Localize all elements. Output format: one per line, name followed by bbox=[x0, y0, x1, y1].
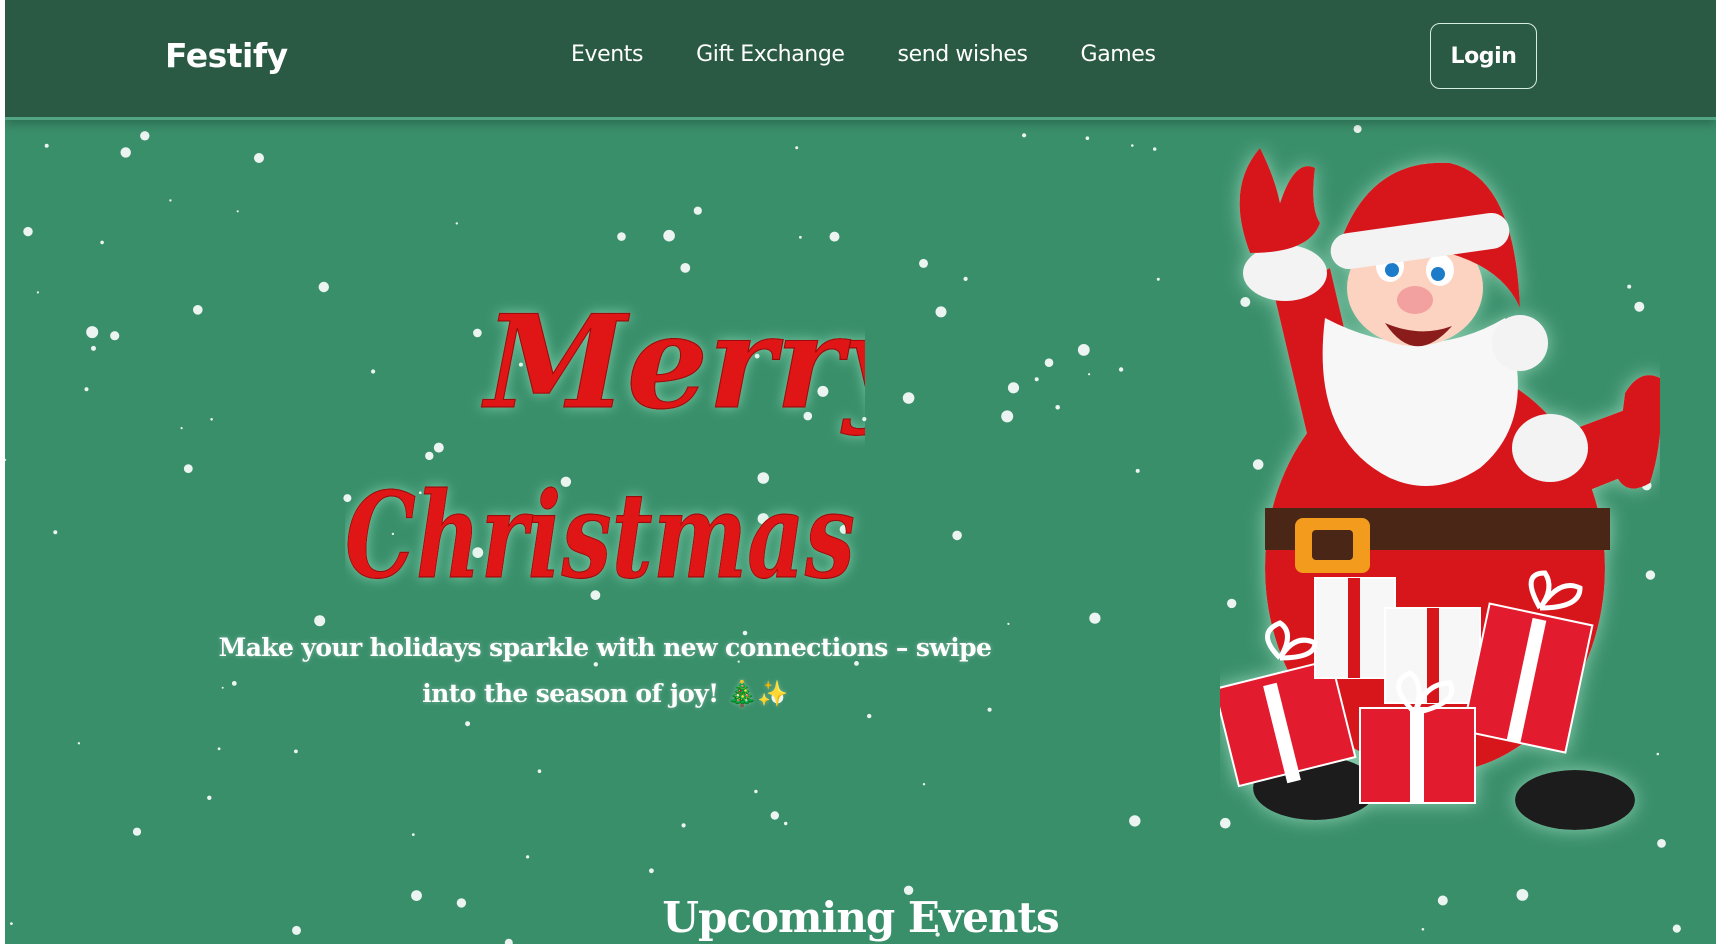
snowflake bbox=[663, 229, 675, 242]
snowflake bbox=[86, 326, 99, 339]
snowflake bbox=[649, 868, 654, 874]
snowflake bbox=[5, 458, 7, 461]
snowflake bbox=[1085, 136, 1090, 140]
snowflake bbox=[770, 811, 779, 820]
snowflake bbox=[140, 131, 150, 141]
snowflake bbox=[784, 821, 788, 826]
hero-tagline: Make your holidays sparkle with new conn… bbox=[218, 633, 992, 708]
nav-link-gift-exchange[interactable]: Gift Exchange bbox=[696, 42, 845, 67]
snowflake bbox=[120, 147, 131, 158]
headline-line-1: Merry bbox=[481, 288, 865, 438]
snowflake bbox=[952, 530, 962, 541]
snowflake bbox=[91, 345, 96, 351]
snowflake bbox=[681, 823, 686, 828]
snowflake bbox=[1022, 133, 1027, 138]
snowflake bbox=[1153, 147, 1157, 151]
snowflake bbox=[110, 331, 120, 341]
snowflake bbox=[754, 789, 758, 794]
snowflake bbox=[53, 530, 58, 535]
santa-illustration bbox=[1220, 148, 1660, 830]
snowflake bbox=[829, 231, 840, 242]
snowflake bbox=[44, 143, 49, 148]
snowflake bbox=[193, 305, 203, 315]
snowflake bbox=[318, 281, 329, 293]
snowflake bbox=[935, 306, 947, 318]
snowflake bbox=[526, 855, 530, 859]
snowflake bbox=[1088, 373, 1091, 376]
navbar: Festify Events Gift Exchange send wishes… bbox=[5, 0, 1716, 120]
snowflake bbox=[1055, 405, 1060, 410]
snowflake bbox=[132, 827, 142, 836]
nav-link-send-wishes[interactable]: send wishes bbox=[898, 42, 1028, 67]
snowflake bbox=[36, 291, 39, 294]
snowflake bbox=[693, 206, 702, 215]
snowflake bbox=[1077, 344, 1090, 356]
snowflake bbox=[217, 747, 221, 751]
snowflake bbox=[411, 833, 415, 836]
snowflake bbox=[1001, 410, 1014, 423]
snowflake bbox=[236, 210, 239, 213]
snowflake bbox=[169, 199, 172, 202]
snowflake bbox=[1089, 612, 1101, 624]
snowflake bbox=[294, 749, 298, 754]
snowflake bbox=[1007, 382, 1020, 394]
nav-link-events[interactable]: Events bbox=[571, 42, 643, 67]
login-button[interactable]: Login bbox=[1430, 23, 1537, 89]
merry-christmas-headline: Merry Christmas bbox=[345, 287, 865, 605]
snowflake bbox=[617, 232, 626, 241]
snowflake bbox=[77, 742, 81, 745]
snowflake bbox=[183, 464, 193, 473]
snowflake bbox=[922, 783, 926, 786]
nav-link-games[interactable]: Games bbox=[1081, 42, 1156, 67]
brand-logo[interactable]: Festify bbox=[165, 36, 288, 75]
snowflake bbox=[1353, 125, 1362, 133]
snowflake bbox=[210, 418, 213, 421]
snowflake bbox=[1044, 358, 1054, 368]
snowflake bbox=[795, 146, 799, 150]
snowflake bbox=[919, 258, 928, 268]
snowflake bbox=[963, 276, 968, 281]
snowflake bbox=[465, 721, 471, 727]
snowflake bbox=[1034, 377, 1039, 382]
snowflake bbox=[23, 226, 33, 237]
snowflake bbox=[1135, 468, 1140, 473]
snowflake bbox=[455, 222, 458, 225]
snowflake bbox=[1129, 815, 1141, 827]
snowflake bbox=[799, 235, 802, 239]
nav-links: Events Gift Exchange send wishes Games bbox=[571, 42, 1156, 67]
snowflake bbox=[1131, 144, 1134, 147]
snowflake bbox=[254, 153, 264, 163]
snowflake bbox=[100, 240, 104, 245]
snowflake bbox=[537, 769, 542, 773]
snowflake bbox=[180, 427, 183, 430]
snowflake bbox=[1007, 622, 1010, 626]
snowflake bbox=[1118, 367, 1124, 372]
snowflake bbox=[84, 387, 89, 392]
page-background: Festify Events Gift Exchange send wishes… bbox=[5, 0, 1716, 944]
snowflake bbox=[1156, 277, 1160, 281]
snowflake bbox=[207, 795, 212, 800]
headline-line-2: Christmas bbox=[345, 466, 855, 605]
snowflake bbox=[902, 392, 915, 404]
upcoming-events-heading: Upcoming Events bbox=[662, 893, 1059, 942]
